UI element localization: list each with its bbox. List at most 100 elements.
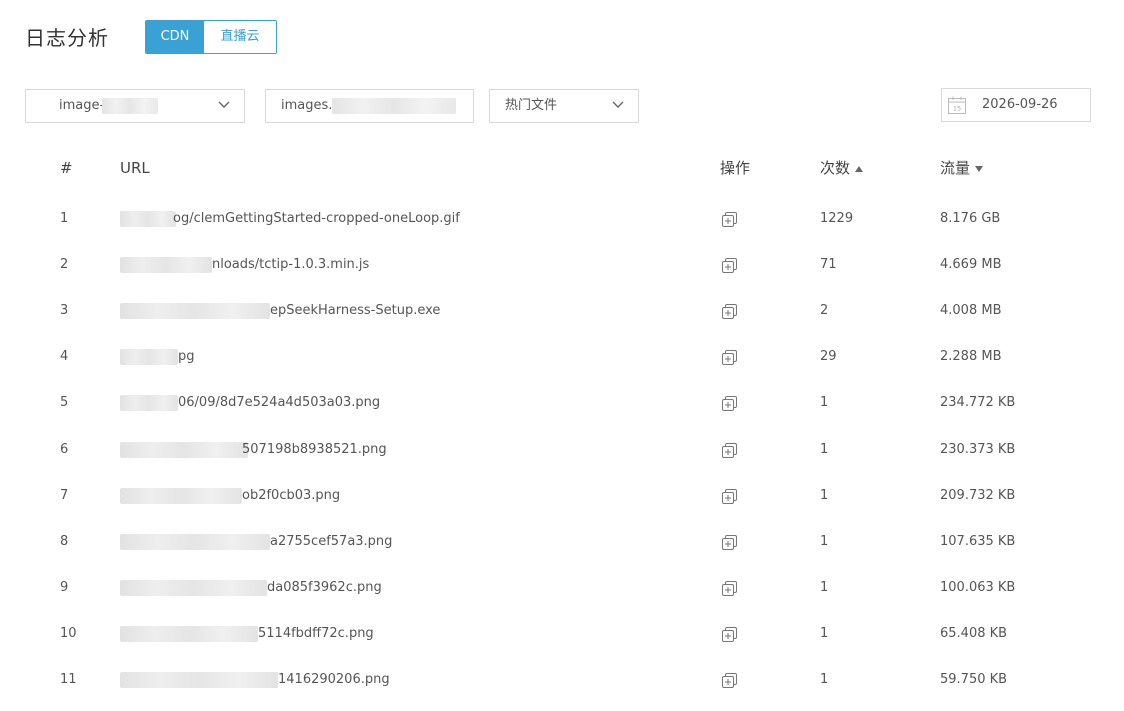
- row-index: 1: [60, 211, 69, 226]
- row-index: 10: [60, 626, 77, 641]
- table-row: 6 507198b8938521.png 1 230.373 KB: [0, 438, 1124, 462]
- sort-descending-icon: [975, 165, 984, 172]
- row-traffic: 209.732 KB: [940, 488, 1016, 503]
- redacted-url-prefix: [120, 211, 176, 227]
- date-picker[interactable]: 15 2026-09-26: [941, 88, 1091, 122]
- row-url-text: a2755cef57a3.png: [270, 534, 393, 549]
- date-value: 2026-09-26: [982, 97, 1058, 112]
- redacted-bucket-name: [102, 98, 158, 114]
- row-count: 1: [820, 395, 829, 410]
- redacted-url-prefix: [120, 534, 270, 550]
- row-count: 1: [820, 534, 829, 549]
- row-url-text: 06/09/8d7e524a4d503a03.png: [178, 395, 381, 410]
- redacted-url-prefix: [120, 303, 270, 319]
- row-url-text: pg: [178, 349, 195, 364]
- row-count: 1229: [820, 211, 854, 226]
- row-traffic: 2.288 MB: [940, 349, 1002, 364]
- row-count: 2: [820, 303, 829, 318]
- copy-icon[interactable]: [721, 303, 738, 320]
- row-count: 29: [820, 349, 837, 364]
- tab-cdn[interactable]: CDN: [146, 21, 204, 53]
- redacted-url-prefix: [120, 672, 278, 688]
- column-header-url: URL: [120, 159, 150, 177]
- row-count: 71: [820, 257, 837, 272]
- row-url-text: 5114fbdff72c.png: [258, 626, 374, 641]
- file-type-select[interactable]: 热门文件: [489, 89, 639, 123]
- row-url-text: da085f3962c.png: [267, 580, 382, 595]
- table-row: 4 pg 29 2.288 MB: [0, 345, 1124, 369]
- row-traffic: 59.750 KB: [940, 672, 1008, 687]
- row-count: 1: [820, 672, 829, 687]
- row-traffic: 4.008 MB: [940, 303, 1002, 318]
- sort-ascending-icon: [855, 165, 864, 172]
- row-index: 2: [60, 257, 69, 272]
- row-traffic: 8.176 GB: [940, 211, 1001, 226]
- row-traffic: 4.669 MB: [940, 257, 1002, 272]
- copy-icon[interactable]: [721, 442, 738, 459]
- row-index: 9: [60, 580, 69, 595]
- row-traffic: 234.772 KB: [940, 395, 1016, 410]
- row-url-text: ob2f0cb03.png: [242, 488, 341, 503]
- row-traffic: 107.635 KB: [940, 534, 1016, 549]
- column-header-traffic-label: 流量: [940, 159, 971, 177]
- row-traffic: 230.373 KB: [940, 442, 1016, 457]
- copy-icon[interactable]: [721, 626, 738, 643]
- row-count: 1: [820, 442, 829, 457]
- row-index: 4: [60, 349, 69, 364]
- calendar-icon: 15: [948, 96, 966, 114]
- tab-live-cloud[interactable]: 直播云: [204, 21, 276, 53]
- redacted-domain-name: [332, 98, 456, 114]
- calendar-day-label: 15: [953, 105, 961, 113]
- copy-icon[interactable]: [721, 488, 738, 505]
- bucket-select[interactable]: image-: [25, 89, 245, 123]
- table-row: 1 og/clemGettingStarted-cropped-oneLoop.g…: [0, 207, 1124, 231]
- row-count: 1: [820, 488, 829, 503]
- row-index: 6: [60, 442, 69, 457]
- table-row: 5 06/09/8d7e524a4d503a03.png 1 234.772 KB: [0, 391, 1124, 415]
- source-tabs: CDN 直播云: [145, 20, 277, 54]
- copy-icon[interactable]: [721, 395, 738, 412]
- redacted-url-prefix: [120, 626, 258, 642]
- column-header-traffic[interactable]: 流量: [940, 157, 984, 179]
- bucket-select-value: image-: [59, 98, 105, 113]
- row-index: 7: [60, 488, 69, 503]
- row-url-text: epSeekHarness-Setup.exe: [270, 303, 441, 318]
- row-index: 3: [60, 303, 69, 318]
- copy-icon[interactable]: [721, 580, 738, 597]
- chevron-down-icon: [218, 101, 230, 108]
- row-count: 1: [820, 580, 829, 595]
- domain-select[interactable]: images.: [265, 89, 474, 123]
- table-row: 10 5114fbdff72c.png 1 65.408 KB: [0, 622, 1124, 646]
- row-traffic: 65.408 KB: [940, 626, 1008, 641]
- row-count: 1: [820, 626, 829, 641]
- table-row: 2 nloads/tctip-1.0.3.min.js 71 4.669 MB: [0, 253, 1124, 277]
- redacted-url-prefix: [120, 488, 242, 504]
- file-type-select-value: 热门文件: [505, 98, 558, 113]
- table-row: 9 da085f3962c.png 1 100.063 KB: [0, 576, 1124, 600]
- row-traffic: 100.063 KB: [940, 580, 1016, 595]
- row-url-text: 1416290206.png: [278, 672, 390, 687]
- copy-icon[interactable]: [721, 672, 738, 689]
- copy-icon[interactable]: [721, 211, 738, 228]
- table-row: 7 ob2f0cb03.png 1 209.732 KB: [0, 484, 1124, 508]
- redacted-url-prefix: [120, 395, 178, 411]
- domain-select-value: images.: [281, 98, 333, 113]
- table-row: 3 epSeekHarness-Setup.exe 2 4.008 MB: [0, 299, 1124, 323]
- row-index: 5: [60, 395, 69, 410]
- copy-icon[interactable]: [721, 534, 738, 551]
- page-title: 日志分析: [25, 26, 109, 50]
- row-url-text: nloads/tctip-1.0.3.min.js: [212, 257, 370, 272]
- copy-icon[interactable]: [721, 349, 738, 366]
- copy-icon[interactable]: [721, 257, 738, 274]
- row-url-text: 507198b8938521.png: [242, 442, 387, 457]
- column-header-index: #: [60, 159, 73, 177]
- redacted-url-prefix: [120, 580, 267, 596]
- column-header-action: 操作: [720, 159, 751, 177]
- column-header-count[interactable]: 次数: [820, 157, 864, 179]
- column-header-count-label: 次数: [820, 159, 851, 177]
- table-row: 11 1416290206.png 1 59.750 KB: [0, 668, 1124, 692]
- row-index: 8: [60, 534, 69, 549]
- chevron-down-icon: [612, 101, 624, 108]
- table-row: 8 a2755cef57a3.png 1 107.635 KB: [0, 530, 1124, 554]
- row-index: 11: [60, 672, 77, 687]
